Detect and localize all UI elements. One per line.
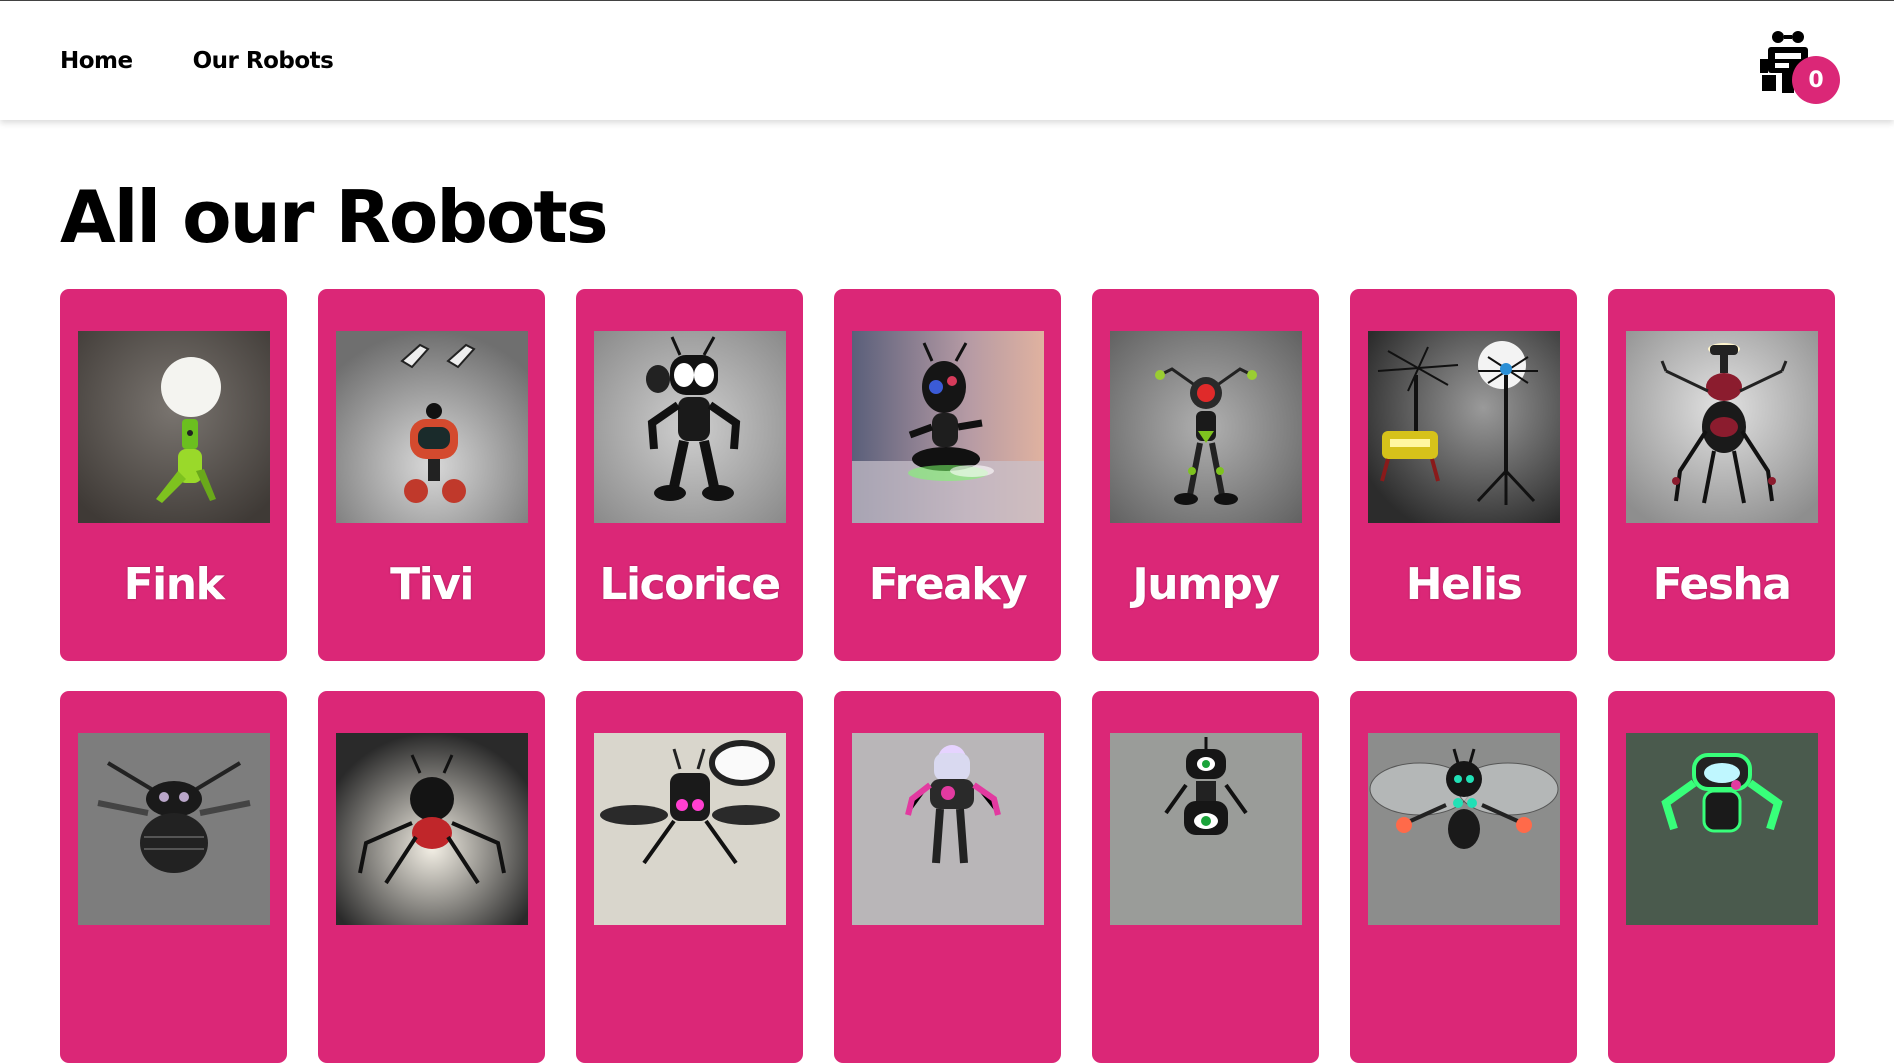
robot-image (1110, 733, 1302, 925)
robot-card[interactable] (60, 691, 287, 1063)
robot-image (1110, 331, 1302, 523)
robot-card-licorice[interactable]: Licorice (576, 289, 803, 661)
nav-home-link[interactable]: Home (60, 48, 133, 74)
robot-card-fesha[interactable]: Fesha (1608, 289, 1835, 661)
robot-grid: Fink Tivi Licorice Freaky Jumpy Helis Fe… (60, 289, 1835, 1063)
robot-name: Fink (123, 559, 225, 610)
cart-button[interactable]: 0 (1758, 29, 1840, 107)
robot-image (1626, 331, 1818, 523)
robot-card[interactable] (1608, 691, 1835, 1063)
robot-image (336, 331, 528, 523)
robot-name: Freaky (868, 559, 1028, 610)
robot-name: Tivi (390, 559, 474, 610)
robot-card-freaky[interactable]: Freaky (834, 289, 1061, 661)
robot-image (78, 733, 270, 925)
robot-image (594, 331, 786, 523)
page-title: All our Robots (60, 175, 609, 259)
robot-name: Licorice (599, 559, 781, 610)
robot-card[interactable] (318, 691, 545, 1063)
robot-card[interactable] (1350, 691, 1577, 1063)
robot-card[interactable] (576, 691, 803, 1063)
nav-our-robots-link[interactable]: Our Robots (193, 48, 334, 74)
robot-image (852, 733, 1044, 925)
main-nav: Home Our Robots (60, 48, 334, 74)
robot-name: Helis (1405, 559, 1523, 610)
robot-card-helis[interactable]: Helis (1350, 289, 1577, 661)
robot-image (594, 733, 786, 925)
robot-image (1368, 331, 1560, 523)
robot-name: Fesha (1652, 559, 1792, 610)
robot-card-jumpy[interactable]: Jumpy (1092, 289, 1319, 661)
robot-image (852, 331, 1044, 523)
robot-image (1626, 733, 1818, 925)
cart-count-badge: 0 (1792, 56, 1840, 104)
robot-card-tivi[interactable]: Tivi (318, 289, 545, 661)
robot-card[interactable] (834, 691, 1061, 1063)
robot-name: Jumpy (1132, 559, 1280, 610)
robot-image (1368, 733, 1560, 925)
robot-image (336, 733, 528, 925)
robot-card-fink[interactable]: Fink (60, 289, 287, 661)
robot-image (78, 331, 270, 523)
robot-card[interactable] (1092, 691, 1319, 1063)
site-header: Home Our Robots 0 (0, 1, 1894, 120)
